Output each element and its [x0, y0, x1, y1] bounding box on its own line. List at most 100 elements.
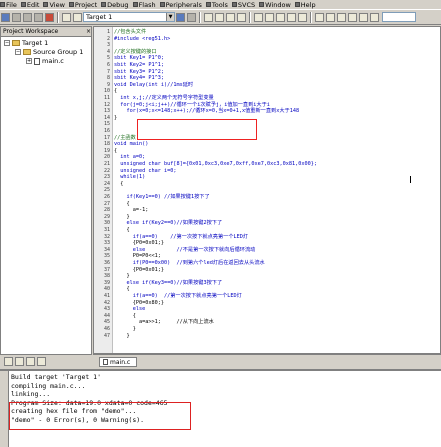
save-all-icon[interactable] — [237, 12, 246, 22]
load-icon[interactable] — [62, 12, 71, 22]
tab-main-c[interactable]: main.c — [99, 357, 138, 367]
code-line[interactable]: { — [114, 286, 129, 292]
menu-file[interactable]: File — [0, 1, 17, 9]
tree-item-main-c[interactable]: + main.c — [26, 57, 64, 65]
batch-build-icon[interactable] — [34, 12, 43, 22]
menu-bar: File Edit View Project Debug Flash Perip… — [0, 0, 441, 9]
menu-view[interactable]: View — [43, 1, 65, 9]
next-bookmark-icon[interactable] — [337, 12, 346, 22]
code-line[interactable]: void Delay(int i)//1ms延时 — [114, 82, 193, 88]
code-line[interactable]: { — [114, 88, 117, 94]
code-line[interactable]: a=a>>1; //从下向上流水 — [114, 319, 214, 325]
code-line[interactable]: if(a==0) //第一次按下就点亮第一个LED灯 — [114, 234, 248, 240]
menu-edit[interactable]: Edit — [20, 1, 39, 9]
code-line[interactable]: while(1) — [114, 174, 145, 180]
project-tab-icon[interactable] — [4, 357, 13, 366]
redo-icon[interactable] — [298, 12, 307, 22]
code-line[interactable]: sbit Key4= P1^3; — [114, 75, 164, 81]
code-line[interactable]: for(j=0;j<i;j++)//循环一个i次赋予j，i值加一直到i大于i — [114, 102, 270, 108]
close-icon[interactable]: × — [86, 27, 91, 36]
open-file-icon[interactable] — [215, 12, 224, 22]
code-line[interactable]: unsigned char buf[8]={0x01,0xc3,0xe7,0xf… — [114, 161, 317, 167]
code-line[interactable]: for(x=0;x<=148;x++);//循环x=0,当x=0+1,x值重新一… — [114, 108, 299, 114]
code-line[interactable]: if(a==0) //第一次按下就点亮第一个LED灯 — [114, 293, 242, 299]
code-line[interactable]: if(Key1==0) //如果按键1按下了 — [114, 194, 209, 200]
code-line[interactable]: { — [114, 201, 129, 207]
code-line[interactable]: else — [114, 306, 146, 312]
code-line[interactable]: {P0=0x80;} — [114, 300, 164, 306]
code-line[interactable]: //包含头文件 — [114, 29, 146, 35]
code-line[interactable]: int x,j;//定义两个无符号字符型变量 — [114, 95, 214, 101]
clear-bookmarks-icon[interactable] — [348, 12, 357, 22]
cut-icon[interactable] — [254, 12, 263, 22]
tab-label: main.c — [110, 358, 131, 366]
unindent-icon[interactable] — [370, 12, 379, 22]
save-icon[interactable] — [226, 12, 235, 22]
code-line[interactable]: sbit Key3= P1^2; — [114, 69, 164, 75]
functions-tab-icon[interactable] — [26, 357, 35, 366]
tree-item-label: Target 1 — [22, 39, 49, 47]
options-icon[interactable] — [73, 12, 82, 22]
code-line[interactable]: P0=P0<<1; — [114, 253, 161, 259]
templates-tab-icon[interactable] — [37, 357, 46, 366]
file-extensions-icon[interactable] — [187, 12, 196, 22]
code-line[interactable]: {P0=0x01;} — [114, 267, 164, 273]
code-line[interactable]: unsigned char i=0; — [114, 168, 176, 174]
build-icon[interactable] — [12, 12, 21, 22]
undo-icon[interactable] — [287, 12, 296, 22]
code-line[interactable]: { — [114, 148, 117, 154]
collapse-icon[interactable]: − — [15, 49, 21, 55]
collapse-icon[interactable]: − — [4, 40, 10, 46]
code-line[interactable]: //定义按键的接口 — [114, 49, 157, 55]
line-number: 15 — [103, 121, 110, 128]
target-select[interactable]: Target 1 ▼ — [83, 12, 175, 22]
menu-help[interactable]: Help — [294, 1, 316, 9]
code-line[interactable]: if(P0==0x00) //到第六个led灯后在返回去从头流水 — [114, 260, 265, 266]
code-line[interactable]: void main() — [114, 141, 148, 147]
code-line[interactable]: int a=0; — [114, 154, 145, 160]
tree-item-target[interactable]: − Target 1 — [4, 39, 48, 47]
manage-components-icon[interactable] — [176, 12, 185, 22]
line-number: 34 — [103, 246, 110, 253]
code-line[interactable]: //主函数 — [114, 135, 136, 141]
paste-icon[interactable] — [276, 12, 285, 22]
prev-bookmark-icon[interactable] — [326, 12, 335, 22]
menu-window[interactable]: Window — [259, 1, 291, 9]
code-line[interactable]: { — [114, 181, 123, 187]
copy-icon[interactable] — [265, 12, 274, 22]
code-line[interactable]: { — [114, 313, 136, 319]
find-input[interactable] — [382, 12, 416, 22]
rebuild-icon[interactable] — [23, 12, 32, 22]
menu-debug[interactable]: Debug — [101, 1, 129, 9]
indent-icon[interactable] — [359, 12, 368, 22]
code-line[interactable]: else //不是第一次按下就向后循环流动 — [114, 247, 256, 253]
code-editor[interactable]: 1 2 3 4 5 6 7 8 9 10 11 12 13 14 15 16 17 18 19 20 21 22 23 24 2… — [93, 26, 441, 354]
menu-tools[interactable]: Tools — [205, 1, 228, 9]
stop-build-icon[interactable] — [45, 12, 54, 22]
menu-peripherals[interactable]: Peripherals — [159, 1, 202, 9]
bookmark-icon[interactable] — [315, 12, 324, 22]
code-line[interactable]: sbit Key1= P1^0; — [114, 55, 164, 61]
code-line[interactable]: {P0=0x01;} — [114, 240, 164, 246]
code-line[interactable]: } — [114, 115, 117, 121]
new-file-icon[interactable] — [204, 12, 213, 22]
tree-item-source-group[interactable]: − Source Group 1 — [15, 48, 83, 56]
code-line[interactable]: } — [114, 333, 129, 339]
code-line[interactable]: else if(Key2==0)//如果按键2按下了 — [114, 220, 222, 226]
code-line[interactable]: } — [114, 273, 129, 279]
translate-icon[interactable] — [1, 12, 10, 22]
code-line[interactable]: } — [114, 214, 129, 220]
menu-flash[interactable]: Flash — [132, 1, 156, 9]
workspace-title-bar: Project Workspace × — [1, 27, 91, 37]
expand-icon[interactable]: + — [26, 58, 32, 64]
menu-project[interactable]: Project — [68, 1, 97, 9]
code-line[interactable]: #include <reg51.h> — [114, 36, 170, 42]
code-line[interactable]: sbit Key2= P1^1; — [114, 62, 164, 68]
books-tab-icon[interactable] — [15, 357, 24, 366]
code-line[interactable]: a=-1; — [114, 207, 149, 213]
code-line[interactable]: } — [114, 326, 136, 332]
code-line[interactable]: else if(Key3==0)//如果按键3按下了 — [114, 280, 222, 286]
menu-svcs[interactable]: SVCS — [231, 1, 255, 9]
code-line[interactable]: { — [114, 227, 129, 233]
chevron-down-icon[interactable]: ▼ — [166, 13, 174, 21]
